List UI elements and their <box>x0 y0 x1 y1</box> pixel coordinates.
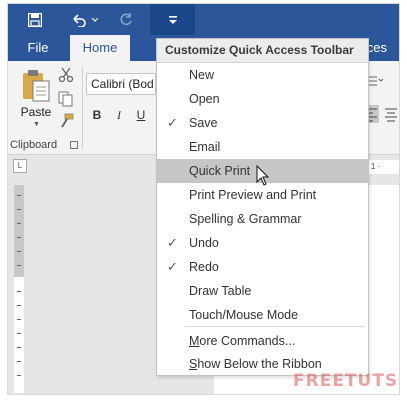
ruler-tick <box>17 195 21 196</box>
copy-button[interactable] <box>58 91 76 109</box>
menu-item-open[interactable]: Open <box>157 87 368 111</box>
mouse-pointer-icon <box>256 165 270 186</box>
undo-icon <box>73 13 99 27</box>
menu-item-label: Undo <box>189 236 219 250</box>
ruler-tick <box>17 319 21 320</box>
paste-label: Paste <box>20 105 52 119</box>
ruler-tick <box>17 375 21 376</box>
ruler-tick <box>17 333 21 334</box>
ruler-tick <box>17 223 21 224</box>
ruler-tick <box>17 361 21 362</box>
menu-item-label: Open <box>189 92 220 106</box>
redo-button[interactable] <box>112 4 140 35</box>
checkmark-icon: ✓ <box>167 259 178 274</box>
watermark-logo: FREETUTS <box>293 371 399 391</box>
menu-item-label: New <box>189 68 215 82</box>
menu-item-label: ore Commands... <box>199 334 296 348</box>
menu-item-email[interactable]: Email <box>157 135 368 159</box>
ruler-tick <box>17 305 21 306</box>
menu-item-label: Quick Print <box>189 164 251 178</box>
word-window: File Home rences Paste ▼ <box>7 3 400 395</box>
checkmark-icon: ✓ <box>167 115 178 130</box>
menu-item-new[interactable]: New <box>157 63 368 87</box>
vertical-ruler-margin <box>14 185 24 277</box>
menu-item-label: Spelling & Grammar <box>189 212 302 226</box>
group-divider <box>82 67 83 149</box>
save-icon <box>28 12 42 27</box>
ruler-tick <box>17 265 21 266</box>
customize-qat-button[interactable] <box>150 4 195 35</box>
format-painter-icon <box>61 113 74 128</box>
menu-item-more-commands[interactable]: More Commands... <box>157 329 368 353</box>
ruler-tick <box>17 237 21 238</box>
menu-item-label: Print Preview and Print <box>189 188 317 202</box>
menu-item-label: Save <box>189 116 218 130</box>
tab-selector[interactable]: L <box>13 159 27 173</box>
tab-home[interactable]: Home <box>70 35 130 61</box>
cut-button[interactable] <box>58 67 76 85</box>
mnemonic-letter: M <box>189 334 200 348</box>
checkmark-icon: ✓ <box>167 235 178 250</box>
menu-item-draw-table[interactable]: Draw Table <box>157 279 368 303</box>
menu-item-label: Redo <box>189 260 219 274</box>
clipboard-paste-icon <box>23 70 50 102</box>
ruler-tick <box>17 291 21 292</box>
redo-icon <box>120 12 132 25</box>
horizontal-ruler[interactable]: · 1 · <box>364 160 399 174</box>
menu-item-save[interactable]: ✓ Save <box>157 111 368 135</box>
menu-item-label: Draw Table <box>189 284 252 298</box>
customize-qat-menu: Customize Quick Access Toolbar New Open … <box>156 38 369 376</box>
menu-item-spelling-grammar[interactable]: Spelling & Grammar <box>157 207 368 231</box>
title-bar <box>8 4 399 35</box>
copy-icon <box>58 91 73 107</box>
font-name-box[interactable]: Calibri (Bod <box>86 73 156 95</box>
clipboard-group-label: Clipboard <box>10 139 58 151</box>
tab-file[interactable]: File <box>20 35 56 61</box>
menu-item-undo[interactable]: ✓ Undo <box>157 231 368 255</box>
format-painter-button[interactable] <box>58 113 76 131</box>
ruler-tick <box>17 209 21 210</box>
menu-item-label: how Below the Ribbon <box>197 357 322 371</box>
menu-item-label: Email <box>189 140 221 154</box>
menu-item-touch-mouse-mode[interactable]: Touch/Mouse Mode <box>157 303 368 327</box>
italic-button[interactable]: I <box>110 105 128 125</box>
ruler-tick <box>17 251 21 252</box>
clipboard-launcher-icon[interactable] <box>70 141 78 149</box>
undo-button[interactable] <box>66 4 104 35</box>
save-button[interactable] <box>22 4 48 35</box>
scissors-icon <box>58 67 74 83</box>
bold-button[interactable]: B <box>88 105 106 125</box>
paste-button[interactable]: Paste ▼ <box>14 65 58 128</box>
underline-button[interactable]: U <box>132 105 150 125</box>
ruler-tick <box>17 347 21 348</box>
menu-item-label: Touch/Mouse Mode <box>189 308 299 322</box>
align-center-icon <box>385 108 397 122</box>
menu-separator <box>185 326 365 327</box>
chevron-down-icon[interactable]: ▼ <box>33 121 40 128</box>
customize-qat-icon <box>168 15 177 24</box>
menu-header: Customize Quick Access Toolbar <box>157 39 368 63</box>
menu-item-redo[interactable]: ✓ Redo <box>157 255 368 279</box>
align-center-button[interactable] <box>383 105 399 123</box>
